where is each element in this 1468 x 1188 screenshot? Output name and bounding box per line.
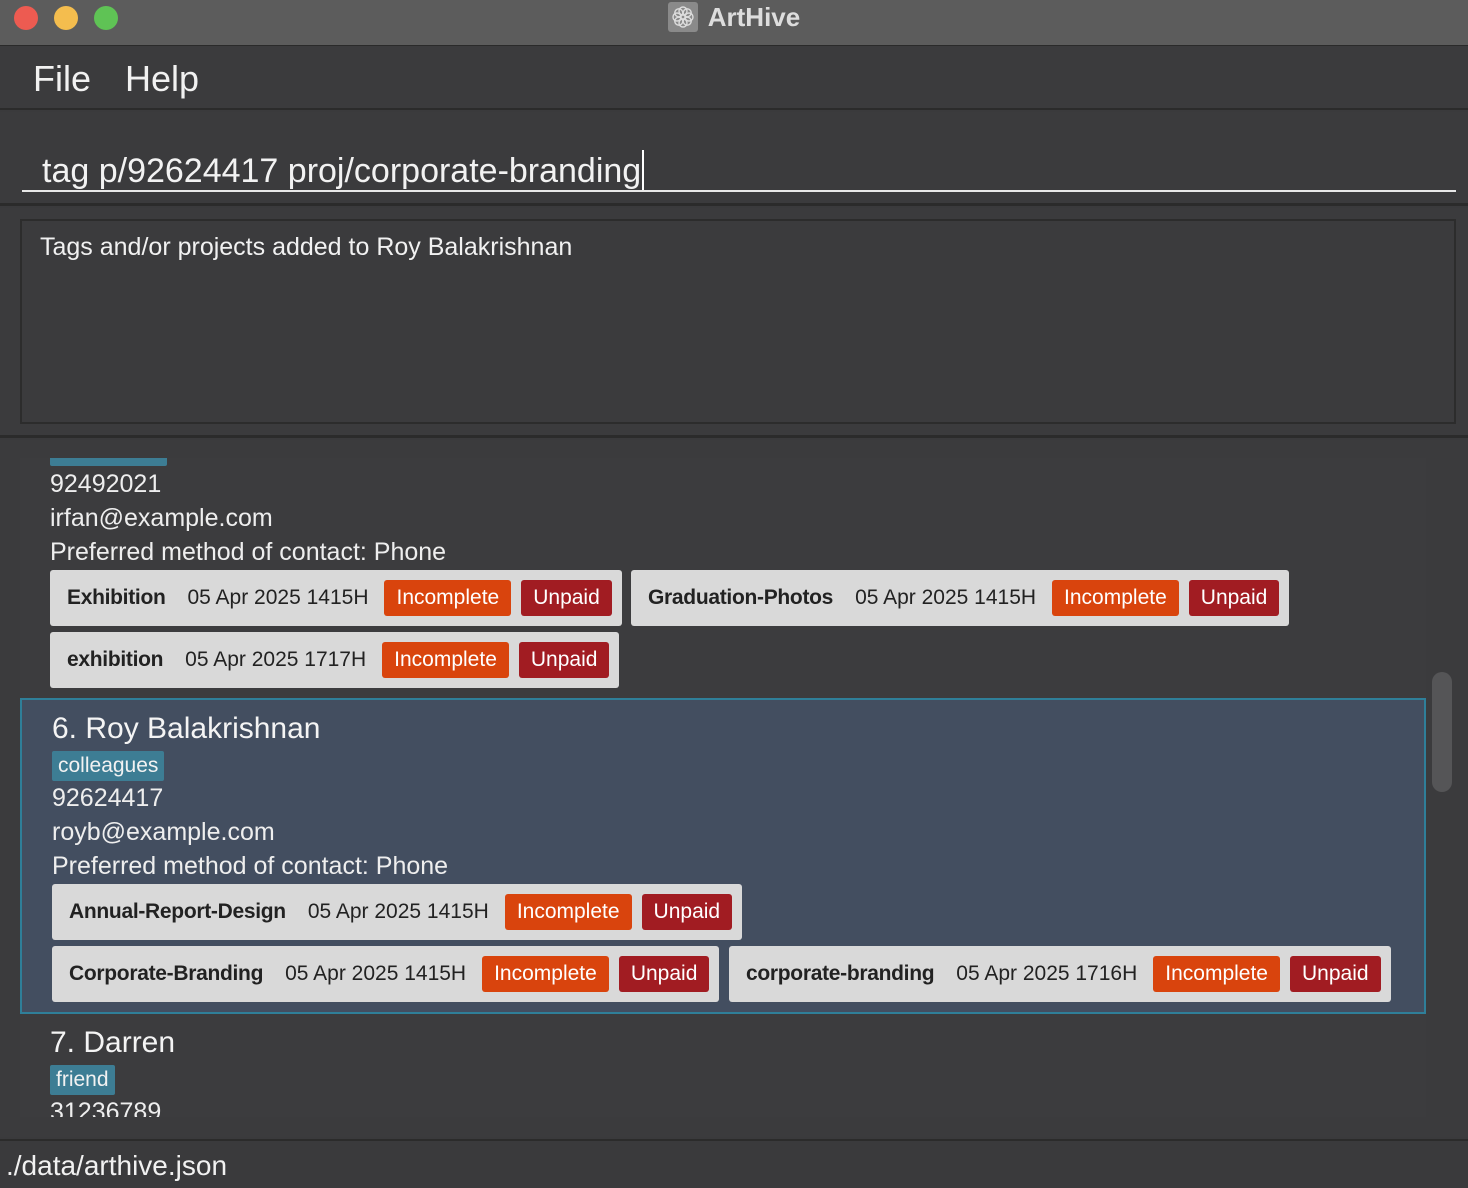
- project-payment-badge: Unpaid: [518, 642, 610, 678]
- command-input[interactable]: tag p/92624417 proj/corporate-branding: [22, 124, 1456, 192]
- person-list[interactable]: classmates 92492021 irfan@example.com Pr…: [20, 458, 1426, 1117]
- flower-icon: [667, 2, 698, 32]
- project-name: Exhibition: [67, 586, 166, 609]
- project-status-badge: Incomplete: [384, 580, 512, 616]
- project-chip: Exhibition 05 Apr 2025 1415H Incomplete …: [50, 570, 622, 626]
- person-card[interactable]: 7. Darren friend 31236789: [20, 1014, 1426, 1117]
- person-card-selected[interactable]: 6. Roy Balakrishnan colleagues 92624417 …: [20, 698, 1426, 1014]
- command-area: tag p/92624417 proj/corporate-branding: [0, 112, 1468, 206]
- person-tag: classmates: [50, 458, 168, 466]
- project-chip: Graduation-Photos 05 Apr 2025 1415H Inco…: [631, 570, 1290, 626]
- project-payment-badge: Unpaid: [521, 580, 612, 616]
- list-scrollbar[interactable]: [1432, 672, 1452, 792]
- project-name: corporate-branding: [746, 962, 935, 985]
- project-chip: corporate-branding 05 Apr 2025 1716H Inc…: [729, 946, 1391, 1002]
- menu-bar: File Help: [0, 46, 1468, 110]
- result-message: Tags and/or projects added to Roy Balakr…: [40, 233, 573, 261]
- project-status-badge: Incomplete: [382, 642, 509, 678]
- project-deadline: 05 Apr 2025 1415H: [307, 900, 489, 923]
- result-area: Tags and/or projects added to Roy Balakr…: [0, 208, 1468, 438]
- command-input-text: tag p/92624417 proj/corporate-branding: [42, 152, 642, 190]
- project-status-badge: Incomplete: [504, 894, 632, 930]
- project-chip: Annual-Report-Design 05 Apr 2025 1415H I…: [52, 884, 743, 940]
- person-contact-preference: Preferred method of contact: Phone: [50, 538, 447, 566]
- person-list-panel: classmates 92492021 irfan@example.com Pr…: [0, 440, 1468, 1137]
- status-bar: ./data/arthive.json: [0, 1139, 1468, 1188]
- project-payment-badge: Unpaid: [618, 956, 710, 992]
- person-name: 7. Darren: [50, 1026, 176, 1059]
- person-contact-preference: Preferred method of contact: Phone: [52, 852, 449, 880]
- project-deadline: 05 Apr 2025 1717H: [185, 648, 367, 671]
- project-status-badge: Incomplete: [482, 956, 609, 992]
- person-phone: 31236789: [50, 1098, 162, 1117]
- project-status-badge: Incomplete: [1052, 580, 1179, 616]
- project-name: Corporate-Branding: [69, 962, 264, 985]
- project-name: Graduation-Photos: [648, 586, 834, 609]
- project-payment-badge: Unpaid: [1188, 580, 1280, 616]
- result-display: Tags and/or projects added to Roy Balakr…: [20, 219, 1456, 424]
- project-name: exhibition: [67, 648, 164, 671]
- project-chip: Corporate-Branding 05 Apr 2025 1415H Inc…: [52, 946, 720, 1002]
- project-deadline: 05 Apr 2025 1716H: [956, 962, 1138, 985]
- menu-file[interactable]: File: [33, 58, 91, 100]
- title-bar: ArtHive: [0, 0, 1468, 46]
- project-payment-badge: Unpaid: [1290, 956, 1381, 992]
- person-tag: friend: [50, 1065, 115, 1095]
- menu-help[interactable]: Help: [125, 58, 199, 100]
- person-phone: 92492021: [50, 470, 162, 498]
- person-email: royb@example.com: [52, 818, 275, 846]
- person-name: 6. Roy Balakrishnan: [52, 712, 321, 745]
- person-phone: 92624417: [52, 784, 164, 812]
- project-chip: exhibition 05 Apr 2025 1717H Incomplete …: [50, 632, 620, 688]
- project-deadline: 05 Apr 2025 1415H: [285, 962, 467, 985]
- person-card[interactable]: classmates 92492021 irfan@example.com Pr…: [20, 458, 1426, 698]
- person-tag: colleagues: [52, 751, 165, 781]
- save-file-path: ./data/arthive.json: [6, 1150, 228, 1181]
- project-deadline: 05 Apr 2025 1415H: [187, 586, 369, 609]
- person-email: irfan@example.com: [50, 504, 273, 532]
- project-deadline: 05 Apr 2025 1415H: [855, 586, 1037, 609]
- project-payment-badge: Unpaid: [641, 894, 733, 930]
- project-status-badge: Incomplete: [1153, 956, 1280, 992]
- text-caret: [642, 150, 645, 190]
- window-title: ArtHive: [707, 1, 801, 32]
- project-name: Annual-Report-Design: [69, 900, 286, 923]
